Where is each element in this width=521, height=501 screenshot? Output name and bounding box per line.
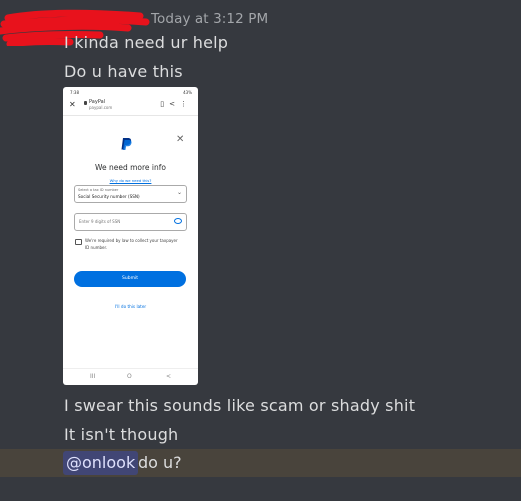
status-battery: 43% xyxy=(183,90,192,95)
chat-message: I kinda need ur help xyxy=(64,33,229,52)
lock-icon xyxy=(75,239,82,245)
why-link: Why do we need this? xyxy=(109,178,152,183)
ssn-placeholder: Enter 9 digits of SSN xyxy=(79,219,121,224)
close-icon: ✕ xyxy=(69,100,76,109)
back-icon: < xyxy=(166,373,172,380)
browser-menu-icons: ▯<⋮ xyxy=(160,100,192,108)
message-timestamp: Today at 3:12 PM xyxy=(151,11,269,27)
chat-message: It isn't though xyxy=(64,425,179,444)
chat-message: Do u have this xyxy=(64,62,183,81)
browser-url: paypal.com xyxy=(89,105,113,110)
eye-icon xyxy=(174,218,182,224)
submit-button: Submit xyxy=(74,271,186,287)
image-attachment[interactable]: 7:38 43% ✕ PayPal paypal.com ▯<⋮ ✕ We ne… xyxy=(63,87,198,385)
status-time: 7:38 xyxy=(70,90,79,95)
close-icon: ✕ xyxy=(176,134,185,145)
later-link: I'll do this later xyxy=(114,304,147,309)
chat-message: do u? xyxy=(138,453,182,472)
recent-apps-icon: III xyxy=(90,373,96,380)
legal-text: We're required by law to collect your ta… xyxy=(85,238,178,250)
home-icon: O xyxy=(127,373,132,380)
user-mention[interactable]: @onlook xyxy=(63,451,139,475)
select-value: Social Security number (SSN) xyxy=(78,194,140,199)
paypal-logo-icon xyxy=(120,136,132,155)
lock-icon xyxy=(84,101,87,105)
select-label: Select a tax ID number xyxy=(78,188,119,192)
phone-nav-bar: III O < xyxy=(63,368,198,385)
form-title: We need more info xyxy=(95,163,166,172)
chat-message: I swear this sounds like scam or shady s… xyxy=(64,396,416,415)
tax-id-select: Select a tax ID number Social Security n… xyxy=(74,185,187,203)
ssn-input: Enter 9 digits of SSN xyxy=(74,213,187,231)
phone-status-bar: 7:38 43% xyxy=(63,87,198,97)
chevron-down-icon: ⌄ xyxy=(176,189,182,196)
browser-bar: ✕ PayPal paypal.com ▯<⋮ xyxy=(63,97,198,116)
